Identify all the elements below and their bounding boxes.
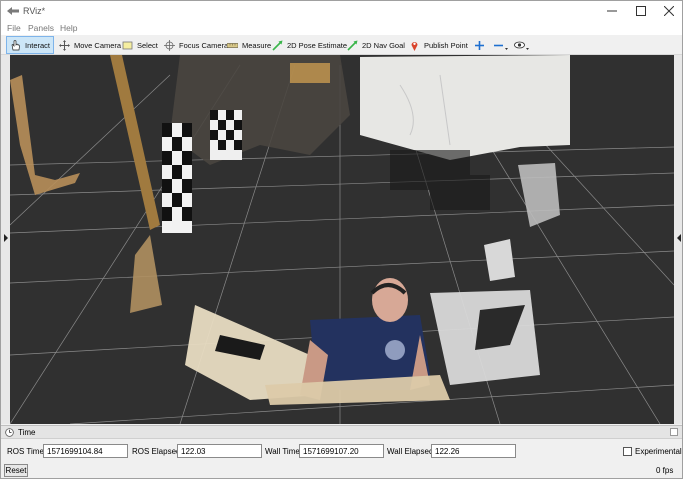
menu-file[interactable]: File bbox=[7, 23, 21, 33]
maximize-button[interactable] bbox=[626, 1, 656, 21]
fps-readout: 0 fps bbox=[656, 466, 674, 475]
tool-measure[interactable]: Measure bbox=[224, 36, 274, 54]
tool-select-label: Select bbox=[137, 40, 158, 50]
tool-move-camera[interactable]: Move Camera bbox=[56, 36, 124, 54]
tool-focus-camera[interactable]: Focus Camera bbox=[161, 36, 231, 54]
toolbar: Interact Move Camera Select Focus Camera bbox=[1, 35, 682, 55]
wall-time-field[interactable] bbox=[299, 444, 384, 458]
time-panel-title: Time bbox=[18, 428, 36, 437]
point-cloud-render[interactable] bbox=[10, 55, 674, 424]
tool-interact[interactable]: Interact bbox=[6, 36, 54, 54]
minus-icon bbox=[494, 44, 508, 50]
tool-interact-label: Interact bbox=[24, 40, 50, 50]
expand-right-icon bbox=[677, 234, 681, 242]
tool-publish-point[interactable]: Publish Point bbox=[406, 36, 471, 54]
minimize-button[interactable] bbox=[597, 1, 627, 21]
tool-measure-label: Measure bbox=[242, 40, 272, 50]
tool-move-camera-label: Move Camera bbox=[74, 40, 122, 50]
ros-time-label: ROS Time: bbox=[7, 447, 47, 456]
tool-2d-nav-goal-label: 2D Nav Goal bbox=[362, 40, 405, 50]
tool-2d-pose-estimate[interactable]: 2D Pose Estimate bbox=[269, 36, 350, 54]
tool-select[interactable]: Select bbox=[119, 36, 161, 54]
add-tool-button[interactable] bbox=[471, 36, 488, 54]
remove-tool-button[interactable] bbox=[490, 36, 512, 54]
view-tools-button[interactable] bbox=[511, 36, 533, 54]
window-title: RViz* bbox=[23, 6, 46, 16]
experimental-checkbox[interactable] bbox=[623, 447, 632, 456]
select-box-icon bbox=[122, 41, 133, 49]
wall-elapsed-field[interactable] bbox=[431, 444, 516, 458]
wall-elapsed-label: Wall Elapsed: bbox=[387, 447, 436, 456]
clock-icon bbox=[5, 428, 14, 437]
map-pin-icon bbox=[411, 41, 418, 51]
rviz-window: RViz* File Panels Help Interact Move Cam… bbox=[0, 0, 683, 479]
reset-button[interactable]: Reset bbox=[4, 464, 28, 477]
tool-2d-pose-estimate-label: 2D Pose Estimate bbox=[287, 40, 348, 50]
undock-panel-button[interactable] bbox=[670, 428, 678, 436]
render-viewport[interactable] bbox=[10, 55, 674, 424]
time-panel-header: Time bbox=[1, 425, 682, 439]
title-bar: RViz* bbox=[1, 1, 682, 21]
tool-2d-nav-goal[interactable]: 2D Nav Goal bbox=[344, 36, 408, 54]
ruler-icon bbox=[227, 42, 238, 48]
menu-help[interactable]: Help bbox=[60, 23, 77, 33]
plus-icon bbox=[475, 40, 484, 50]
maximize-icon bbox=[636, 6, 646, 16]
tool-publish-point-label: Publish Point bbox=[424, 40, 468, 50]
wall-time-label: Wall Time: bbox=[265, 447, 303, 456]
experimental-label: Experimental bbox=[635, 447, 682, 456]
rviz-app-icon bbox=[7, 7, 19, 15]
menu-bar: File Panels Help bbox=[1, 21, 682, 35]
green-arrow-icon bbox=[347, 40, 358, 51]
menu-panels[interactable]: Panels bbox=[28, 23, 54, 33]
ros-elapsed-field[interactable] bbox=[177, 444, 262, 458]
green-arrow-icon bbox=[272, 40, 283, 51]
time-fields-row: ROS Time: ROS Elapsed: Wall Time: Wall E… bbox=[1, 441, 682, 461]
ros-elapsed-label: ROS Elapsed: bbox=[132, 447, 183, 456]
close-icon bbox=[664, 6, 674, 16]
move-arrows-icon bbox=[59, 39, 70, 51]
tool-focus-camera-label: Focus Camera bbox=[179, 40, 229, 50]
eye-icon bbox=[514, 41, 529, 50]
minimize-icon bbox=[607, 10, 617, 12]
status-bar: Reset 0 fps bbox=[1, 463, 682, 479]
close-button[interactable] bbox=[654, 1, 683, 21]
right-dock-handle[interactable] bbox=[674, 55, 682, 424]
cursor-hand-icon bbox=[11, 39, 20, 50]
left-dock-handle[interactable] bbox=[1, 55, 10, 424]
focus-crosshair-icon bbox=[164, 39, 175, 51]
ros-time-field[interactable] bbox=[43, 444, 128, 458]
